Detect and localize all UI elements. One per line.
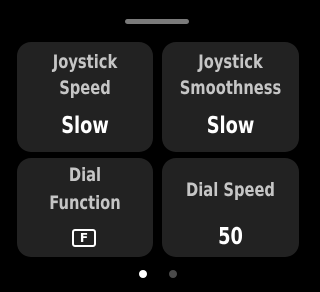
dial-function-label-line1: Dial: [68, 164, 102, 186]
joystick-speed-label-line2: Speed: [59, 77, 111, 99]
dial-function-label-line2: Function: [49, 192, 121, 214]
function-key-letter: F: [79, 231, 89, 245]
dial-function-tile[interactable]: Dial Function F: [17, 158, 153, 257]
page-dot-inactive[interactable]: [169, 270, 177, 278]
joystick-speed-label-line1: Joystick: [52, 51, 118, 73]
page-dot-active[interactable]: [139, 270, 147, 278]
page-indicator: [0, 270, 306, 280]
joystick-speed-value: Slow: [61, 113, 109, 139]
joystick-smoothness-label-line1: Joystick: [198, 51, 263, 73]
joystick-speed-tile[interactable]: Joystick Speed Slow: [17, 42, 153, 152]
dial-speed-label: Dial Speed: [186, 179, 275, 201]
joystick-smoothness-tile[interactable]: Joystick Smoothness Slow: [162, 42, 299, 152]
function-key-icon: F: [72, 229, 96, 247]
watch-screen: Joystick Speed Slow Joystick Smoothness …: [0, 0, 306, 292]
joystick-smoothness-label-line2: Smoothness: [179, 77, 282, 99]
joystick-smoothness-value: Slow: [206, 113, 255, 139]
dial-speed-value: 50: [218, 224, 243, 250]
dial-speed-tile[interactable]: Dial Speed 50: [162, 158, 299, 257]
drag-handle[interactable]: [125, 19, 189, 24]
